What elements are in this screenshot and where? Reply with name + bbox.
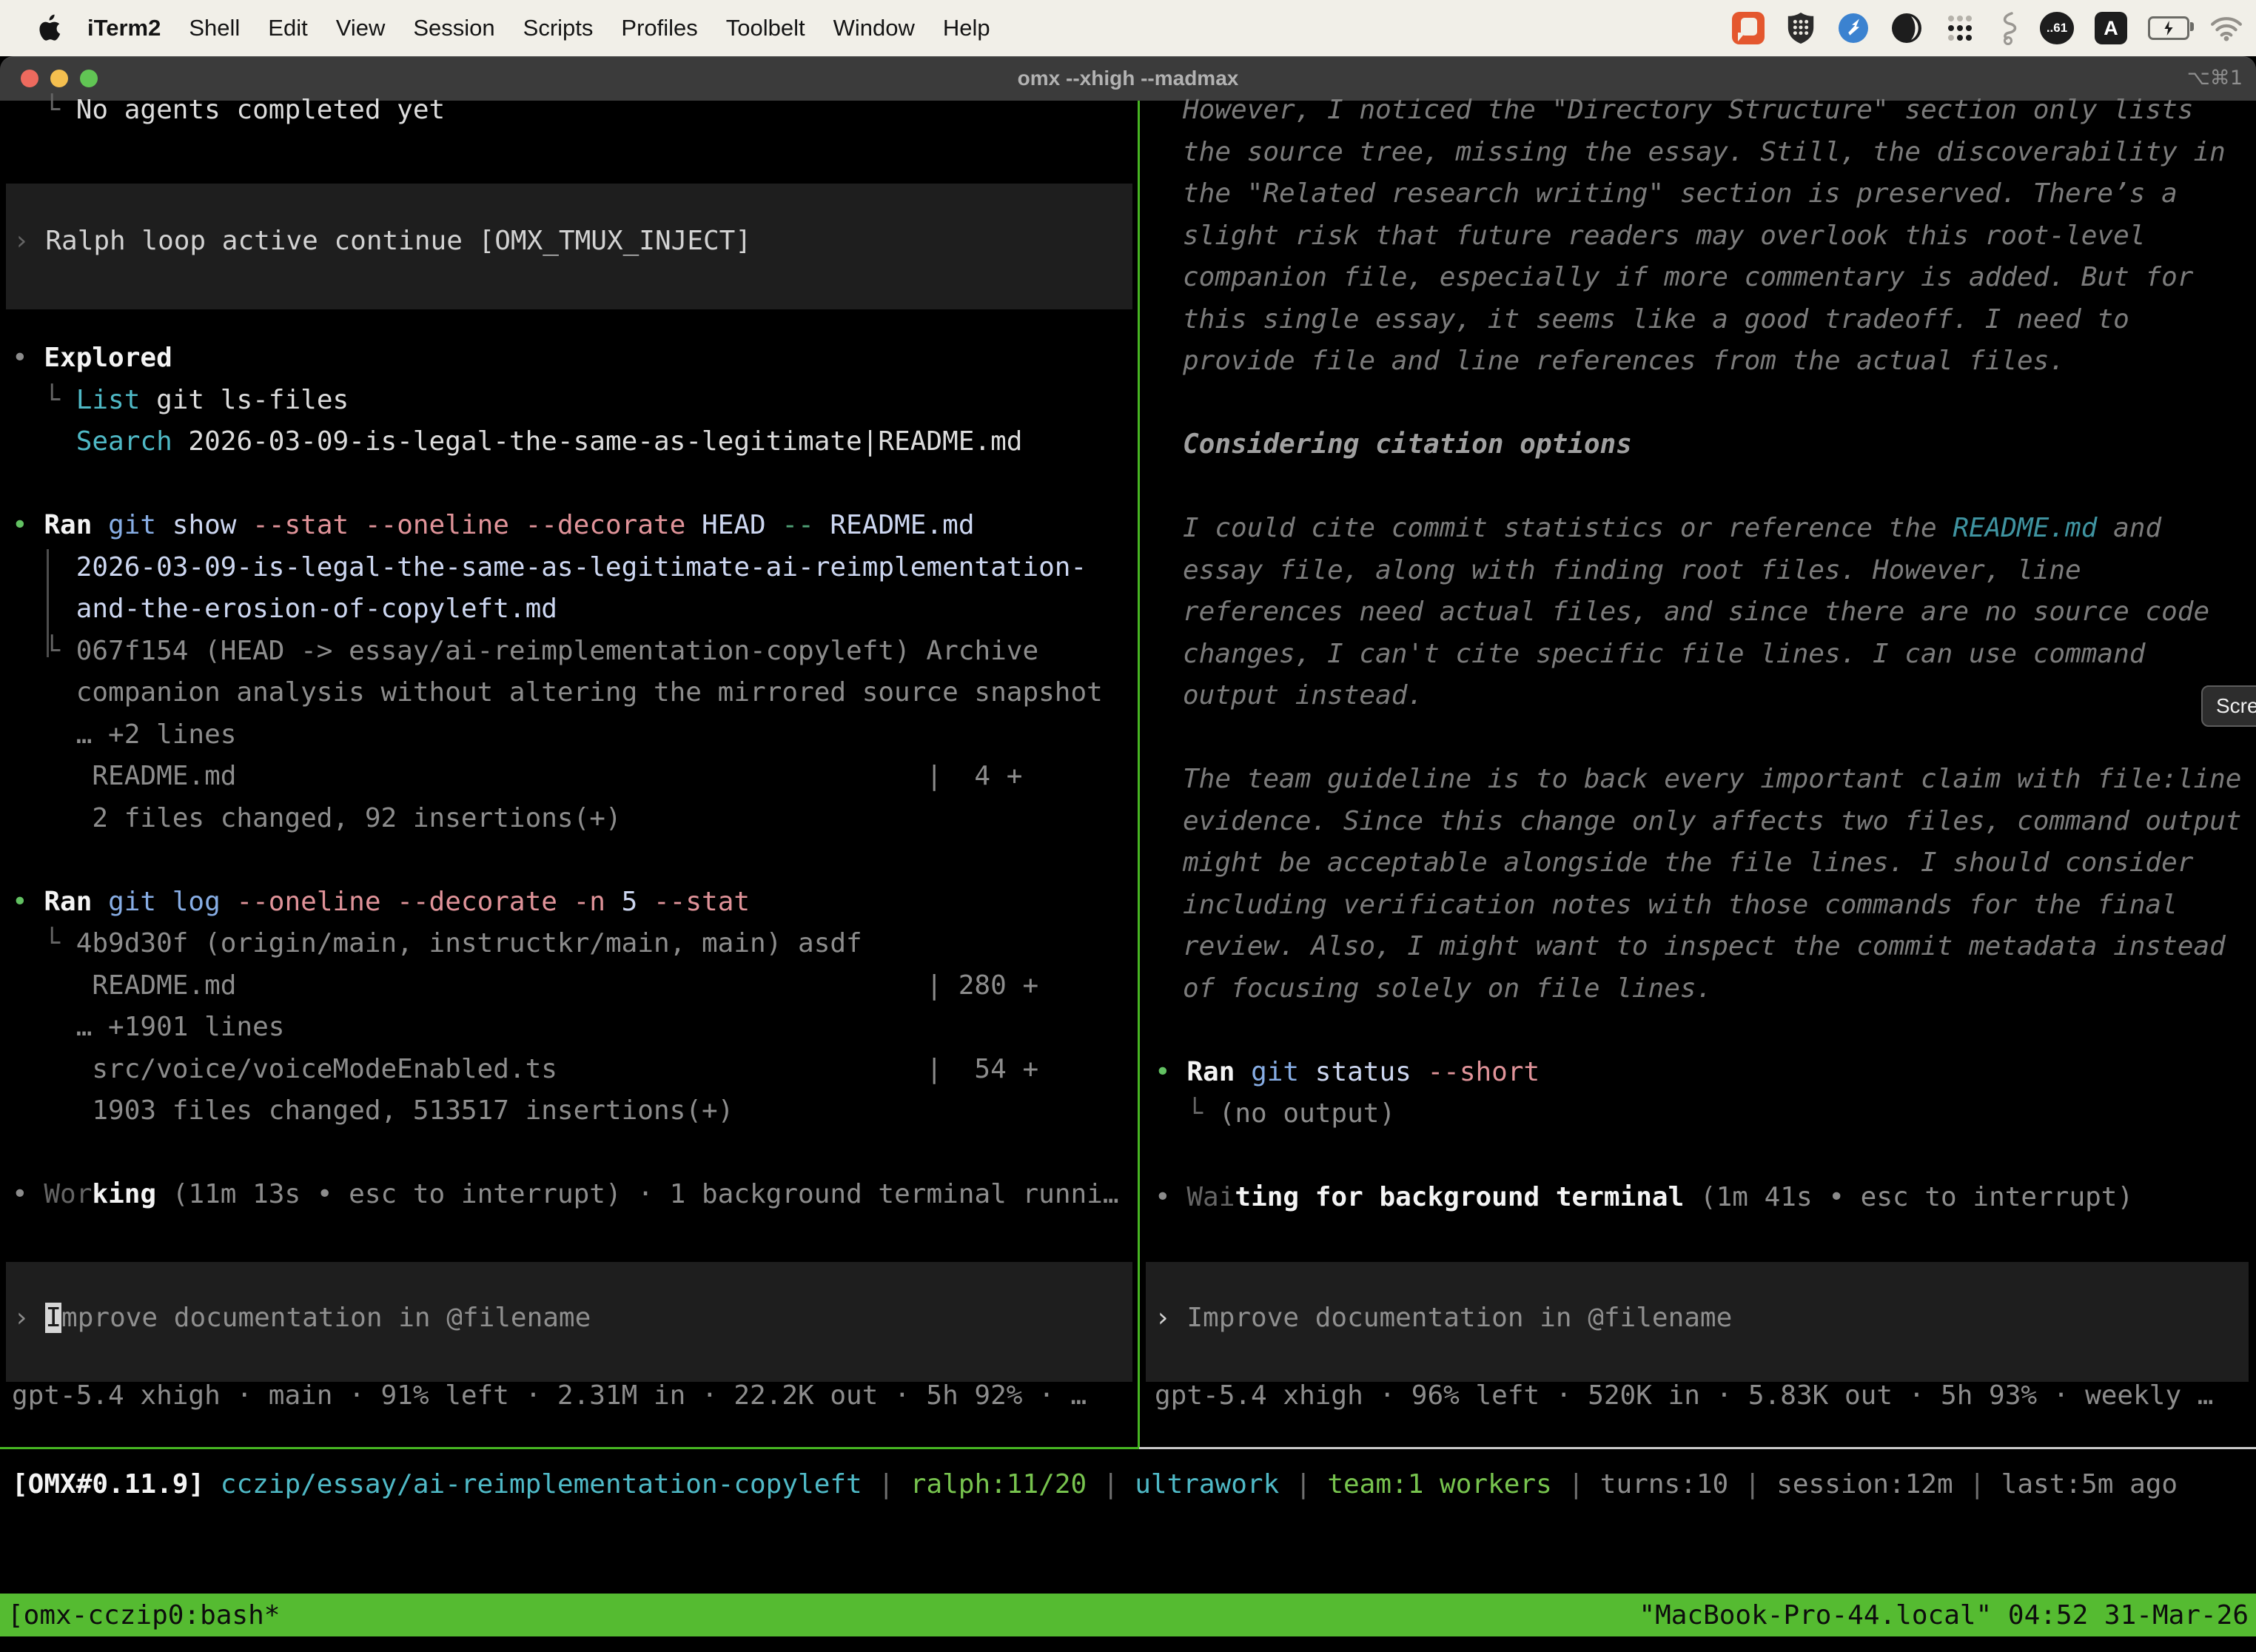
menu-scripts[interactable]: Scripts	[523, 15, 594, 41]
menu-help[interactable]: Help	[943, 15, 990, 41]
right-prompt-input[interactable]: › Improve documentation in @filename	[1146, 1262, 2249, 1382]
left-inject-banner: › Ralph loop active continue [OMX_TMUX_I…	[6, 184, 1132, 309]
terminal-line: • Ran git log --oneline --decorate -n 5 …	[12, 882, 1134, 924]
terminal-line: … +2 lines	[12, 714, 1134, 756]
terminal-line: src/voice/voiceModeEnabled.ts | 54 +	[12, 1049, 1134, 1091]
terminal-line: However, I noticed the "Directory Struct…	[1155, 90, 2256, 132]
bolt-app-icon[interactable]	[1837, 12, 1870, 44]
left-prompt-line: › Improve documentation in @filename	[13, 1297, 591, 1340]
terminal-line: companion file, especially if more comme…	[1155, 257, 2256, 299]
terminal-line: evidence. Since this change only affects…	[1155, 801, 2256, 843]
terminal-line	[1155, 383, 2256, 425]
terminal-line	[12, 463, 1134, 506]
battery-icon[interactable]	[2148, 16, 2189, 40]
terminal-line: including verification notes with those …	[1155, 884, 2256, 927]
terminal-line: • Ran git status --short	[1155, 1052, 2256, 1094]
left-prompt-input[interactable]: › Improve documentation in @filename	[6, 1262, 1132, 1382]
terminal-line: └ 4b9d30f (origin/main, instructkr/main,…	[12, 923, 1134, 965]
terminal-line: I could cite commit statistics or refere…	[1155, 508, 2256, 550]
menu-edit[interactable]: Edit	[268, 15, 307, 41]
terminal-line	[12, 1132, 1134, 1175]
terminal-line: README.md | 280 +	[12, 965, 1134, 1007]
menu-status-icons: ..61 A	[1732, 11, 2243, 45]
terminal-line: Considering citation options	[1155, 424, 2256, 466]
menu-toolbelt[interactable]: Toolbelt	[726, 15, 805, 41]
menu-view[interactable]: View	[336, 15, 386, 41]
terminal-line: companion analysis without altering the …	[12, 672, 1134, 714]
right-prompt-line: › Improve documentation in @filename	[1155, 1297, 1732, 1340]
terminal-line: └ 067f154 (HEAD -> essay/ai-reimplementa…	[12, 631, 1134, 673]
terminal-line	[12, 839, 1134, 882]
tmux-host-clock: "MacBook-Pro-44.local" 04:52 31-Mar-26	[1639, 1600, 2249, 1631]
arc-browser-icon[interactable]	[1890, 12, 1923, 44]
dots-grid-icon[interactable]	[1944, 12, 1976, 44]
terminal-line: 2026-03-09-is-legal-the-same-as-legitima…	[12, 547, 1134, 589]
menu-shell[interactable]: Shell	[189, 15, 240, 41]
terminal-line: provide file and line references from th…	[1155, 340, 2256, 383]
terminal-line: this single essay, it seems like a good …	[1155, 299, 2256, 341]
menu-window[interactable]: Window	[833, 15, 915, 41]
terminal-line: and-the-erosion-of-copyleft.md	[12, 588, 1134, 631]
left-model-status: gpt-5.4 xhigh · main · 91% left · 2.31M …	[12, 1375, 1134, 1417]
terminal-line: essay file, along with finding root file…	[1155, 550, 2256, 592]
tmux-status-bar[interactable]: [omx-cczip0:bash* "MacBook-Pro-44.local"…	[0, 1594, 2256, 1636]
terminal-line: • Explored	[12, 338, 1134, 380]
squiggle-icon[interactable]	[1997, 11, 2019, 45]
charging-bolt-icon	[2163, 21, 2175, 36]
terminal-line: • Working (11m 13s • esc to interrupt) ·…	[12, 1174, 1134, 1216]
inject-banner-line: › Ralph loop active continue [OMX_TMUX_I…	[13, 221, 751, 263]
tmux-session-label: [omx-cczip0:bash*	[7, 1600, 280, 1631]
terminal-line: changes, I can't cite specific file line…	[1155, 634, 2256, 676]
terminal-line: • Waiting for background terminal (1m 41…	[1155, 1177, 2256, 1219]
menu-bar: iTerm2 Shell Edit View Session Scripts Profile…	[0, 0, 2256, 56]
terminal-line	[1155, 717, 2256, 759]
terminal-line: 2 files changed, 92 insertions(+)	[12, 798, 1134, 840]
right-transcript: However, I noticed the "Directory Struct…	[1155, 90, 2256, 1219]
screen: iTerm2 Shell Edit View Session Scripts Profile…	[0, 0, 2256, 1652]
screen-record-icon[interactable]	[1732, 12, 1765, 44]
omx-status-line: [OMX#0.11.9] cczip/essay/ai-reimplementa…	[12, 1464, 2256, 1506]
inactive-pane-border	[1139, 1447, 2256, 1449]
menu-iterm2[interactable]: iTerm2	[87, 15, 161, 41]
terminal-line: Search 2026-03-09-is-legal-the-same-as-l…	[12, 421, 1134, 463]
terminal-line: └ No agents completed yet	[12, 90, 1129, 132]
apple-menu-icon[interactable]	[38, 14, 62, 42]
terminal-line: README.md | 4 +	[12, 756, 1134, 798]
terminal-line	[1155, 466, 2256, 508]
right-model-status: gpt-5.4 xhigh · 96% left · 520K in · 5.8…	[1155, 1375, 2256, 1417]
a-app-icon[interactable]: A	[2095, 12, 2127, 44]
tree-guide-line	[47, 549, 49, 657]
terminal-line: the "Related research writing" section i…	[1155, 173, 2256, 215]
terminal-line: The team guideline is to back every impo…	[1155, 759, 2256, 801]
menu-session[interactable]: Session	[413, 15, 494, 41]
active-pane-border	[0, 1447, 1139, 1449]
shield-icon[interactable]	[1785, 11, 1816, 45]
wifi-icon[interactable]	[2210, 15, 2243, 41]
left-transcript: • Explored └ List git ls-files Search 20…	[12, 338, 1134, 1216]
terminal-line: of focusing solely on file lines.	[1155, 968, 2256, 1010]
terminal-line: • Ran git show --stat --oneline --decora…	[12, 505, 1134, 547]
menu-profiles[interactable]: Profiles	[621, 15, 697, 41]
battery-percent-badge[interactable]: ..61	[2040, 12, 2074, 44]
terminal-line: … +1901 lines	[12, 1007, 1134, 1049]
pane-divider[interactable]	[1138, 101, 1140, 1449]
terminal-line: 1903 files changed, 513517 insertions(+)	[12, 1090, 1134, 1132]
terminal-line: └ (no output)	[1155, 1093, 2256, 1135]
terminal-line: └ List git ls-files	[12, 380, 1134, 422]
terminal-line	[1155, 1135, 2256, 1178]
terminal-line: might be acceptable alongside the file l…	[1155, 842, 2256, 884]
terminal-line: the source tree, missing the essay. Stil…	[1155, 132, 2256, 174]
terminal-line: review. Also, I might want to inspect th…	[1155, 926, 2256, 968]
terminal-line: output instead.	[1155, 675, 2256, 717]
left-agents-summary: └ No agents completed yet	[12, 90, 1129, 132]
terminal-line	[1155, 1010, 2256, 1052]
app-menus: iTerm2 Shell Edit View Session Scripts Profile…	[87, 15, 990, 41]
screen-share-tooltip: Scre	[2201, 685, 2256, 727]
terminal-line: slight risk that future readers may over…	[1155, 215, 2256, 258]
terminal-line: references need actual files, and since …	[1155, 591, 2256, 634]
